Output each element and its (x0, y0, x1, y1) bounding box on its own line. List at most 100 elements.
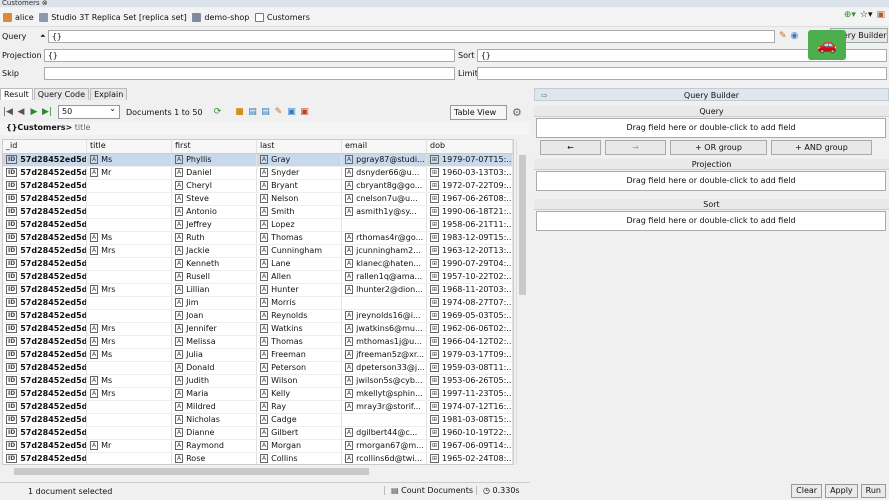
table-cell[interactable]: A Morgan (257, 440, 342, 452)
edit-icon[interactable]: ✎ (779, 31, 787, 41)
table-cell[interactable]: Adgilbert44@c... (342, 427, 427, 439)
table-cell[interactable]: ⊞ 1990-07-29T04:... (427, 258, 513, 270)
move-left-button[interactable]: ← (540, 140, 601, 155)
add-and-group-button[interactable]: + AND group (771, 140, 872, 155)
collection-path-field[interactable]: title (75, 123, 91, 132)
query-history-icon[interactable]: ⏶ (40, 32, 48, 41)
run-button[interactable]: Run (860, 484, 886, 498)
table-row[interactable]: ID57d28452ed5d...AMsARuthAThomasArthomas… (3, 232, 513, 245)
table-cell[interactable]: A Mrs (87, 336, 172, 348)
connect-icon[interactable]: ⊕▾ (844, 10, 856, 20)
table-cell[interactable] (87, 453, 172, 464)
table-row[interactable]: ID57d28452ed5d...AMrsAJackieACunninghamA… (3, 245, 513, 258)
skip-input[interactable] (44, 66, 455, 80)
table-cell[interactable]: Apgray87@studi... (342, 154, 427, 166)
table-cell[interactable]: ⊞ 1960-03-13T03:... (427, 167, 513, 179)
table-cell[interactable]: ID57d28452ed5d... (3, 154, 87, 166)
tab-query-code[interactable]: Query Code (33, 88, 90, 100)
table-cell[interactable]: ID57d28452ed5d... (3, 440, 87, 452)
count-documents-button[interactable]: ▤ Count Documents (384, 486, 473, 495)
table-cell[interactable]: A Dianne (172, 427, 257, 439)
table-cell[interactable]: A Morris (257, 297, 342, 309)
table-row[interactable]: ID57d28452ed5d...AMrsAMelissaAThomasAmth… (3, 336, 513, 349)
table-cell[interactable]: ⊞ 1957-10-22T02:... (427, 271, 513, 283)
table-row[interactable]: ID57d28452ed5d... ADianneAGilbertAdgilber… (3, 427, 513, 440)
table-cell[interactable]: A Mildred (172, 401, 257, 413)
table-cell[interactable]: ID57d28452ed5d... (3, 362, 87, 374)
table-cell[interactable]: A Ms (87, 349, 172, 361)
table-cell[interactable]: A Reynolds (257, 310, 342, 322)
table-cell[interactable]: A Judith (172, 375, 257, 387)
table-cell[interactable]: A Jackie (172, 245, 257, 257)
table-cell[interactable]: A Lopez (257, 219, 342, 231)
table-cell[interactable]: A Thomas (257, 336, 342, 348)
table-cell[interactable]: A Ms (87, 232, 172, 244)
table-cell[interactable] (87, 258, 172, 270)
table-cell[interactable]: ⊞ 1967-06-09T14:... (427, 440, 513, 452)
table-cell[interactable]: Aasmith1y@sy... (342, 206, 427, 218)
table-cell[interactable] (342, 219, 427, 231)
prev-page-icon[interactable]: ◀ (16, 107, 26, 117)
table-cell[interactable] (87, 219, 172, 231)
table-cell[interactable]: ⊞ 1963-12-20T13:... (427, 245, 513, 257)
add-document-icon[interactable]: ▤ (248, 107, 258, 117)
table-cell[interactable]: A Cunningham (257, 245, 342, 257)
table-cell[interactable]: ID57d28452ed5d... (3, 271, 87, 283)
table-cell[interactable]: Ajwatkins6@mu... (342, 323, 427, 335)
table-cell[interactable]: A Wilson (257, 375, 342, 387)
tab-explain[interactable]: Explain (90, 88, 128, 100)
table-cell[interactable]: Arcollins6d@twi... (342, 453, 427, 464)
table-cell[interactable]: A Phyllis (172, 154, 257, 166)
table-cell[interactable]: A Thomas (257, 232, 342, 244)
window-tab-title[interactable]: Customers ⊗ (0, 0, 889, 7)
table-cell[interactable]: ⊞ 1974-08-27T07:... (427, 297, 513, 309)
horizontal-scrollbar[interactable] (2, 466, 527, 477)
table-cell[interactable] (87, 362, 172, 374)
table-cell[interactable]: ID57d28452ed5d... (3, 258, 87, 270)
column-header[interactable]: dob (427, 140, 513, 153)
table-cell[interactable]: A Kenneth (172, 258, 257, 270)
lock-icon[interactable]: ■ (235, 107, 245, 117)
table-cell[interactable]: ID57d28452ed5d... (3, 401, 87, 413)
clear-button[interactable]: Clear (791, 484, 823, 498)
table-cell[interactable]: A Daniel (172, 167, 257, 179)
horizontal-scroll-thumb[interactable] (14, 468, 369, 475)
table-cell[interactable] (87, 271, 172, 283)
view-mode-select[interactable]: Table View (450, 105, 507, 120)
table-cell[interactable]: ⊞ 1965-02-24T08:... (427, 453, 513, 464)
breadcrumb-connection[interactable]: Studio 3T Replica Set [replica set] (36, 8, 187, 27)
table-cell[interactable]: A Kelly (257, 388, 342, 400)
table-cell[interactable] (342, 414, 427, 426)
projection-drop-zone[interactable]: Drag field here or double-click to add f… (536, 171, 886, 191)
table-cell[interactable]: Ajwilson5s@cyb... (342, 375, 427, 387)
star-icon[interactable]: ☆▾ (860, 10, 873, 20)
table-cell[interactable]: ⊞ 1983-12-09T15:... (427, 232, 513, 244)
table-cell[interactable]: A Lane (257, 258, 342, 270)
table-cell[interactable]: A Ruth (172, 232, 257, 244)
table-cell[interactable]: A Donald (172, 362, 257, 374)
table-cell[interactable]: ID57d28452ed5d... (3, 336, 87, 348)
table-cell[interactable]: A Cadge (257, 414, 342, 426)
table-cell[interactable]: Amkellyt@sphin... (342, 388, 427, 400)
table-cell[interactable]: ⊞ 1968-11-20T03:... (427, 284, 513, 296)
add-or-group-button[interactable]: + OR group (670, 140, 767, 155)
table-row[interactable]: ID57d28452ed5d...AMrsAMariaAKellyAmkelly… (3, 388, 513, 401)
table-cell[interactable]: A Collins (257, 453, 342, 464)
table-cell[interactable]: ⊞ 1969-05-03T05:... (427, 310, 513, 322)
table-cell[interactable] (87, 193, 172, 205)
table-cell[interactable]: ID57d28452ed5d... (3, 297, 87, 309)
table-cell[interactable] (87, 180, 172, 192)
first-page-icon[interactable]: |◀ (3, 107, 13, 117)
column-header[interactable]: last (257, 140, 342, 153)
table-row[interactable]: ID57d28452ed5d...AMrsAJenniferAWatkinsAj… (3, 323, 513, 336)
table-cell[interactable]: A Ray (257, 401, 342, 413)
table-cell[interactable]: A Mr (87, 167, 172, 179)
table-cell[interactable]: Ajcunningham2... (342, 245, 427, 257)
table-cell[interactable]: A Cheryl (172, 180, 257, 192)
table-cell[interactable] (87, 297, 172, 309)
apply-button[interactable]: Apply (825, 484, 858, 498)
table-cell[interactable]: Armorgan67@m... (342, 440, 427, 452)
arrow-right-icon[interactable]: ⇨ (541, 89, 548, 102)
breadcrumb-user[interactable]: alice (0, 8, 34, 27)
table-cell[interactable] (342, 297, 427, 309)
